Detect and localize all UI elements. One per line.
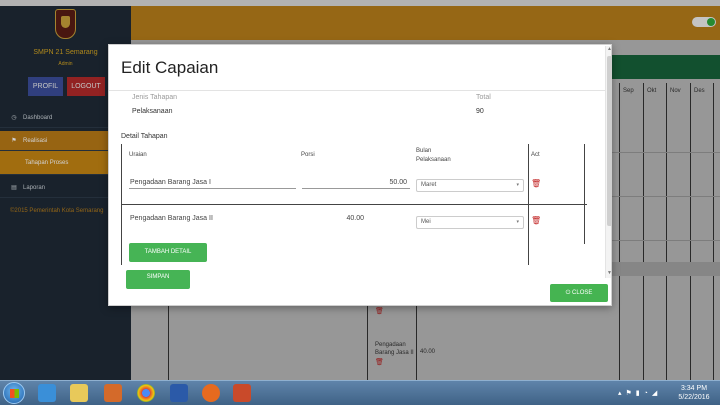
- scroll-up-icon[interactable]: ▲: [607, 46, 611, 52]
- chevron-down-icon: ▾: [516, 219, 519, 225]
- bulan-select[interactable]: Maret ▾: [416, 179, 524, 192]
- table-border: [584, 144, 585, 244]
- chrome-icon[interactable]: [137, 384, 155, 402]
- uraian-input[interactable]: Pengadaan Barang Jasa II: [129, 212, 296, 225]
- jenis-tahapan-value: Pelaksanaan: [132, 108, 173, 115]
- modal-title: Edit Capaian: [121, 58, 219, 77]
- edit-capaian-modal: Edit Capaian Jenis Tahapan Pelaksanaan T…: [108, 44, 612, 306]
- windows-taskbar: ▴⚑▮◔◢ 3:34 PM 5/22/2016: [0, 380, 720, 405]
- detail-tahapan-label: Detail Tahapan: [121, 133, 168, 140]
- col-header-act: Act: [531, 152, 540, 158]
- scrollbar-thumb[interactable]: [607, 56, 611, 226]
- clock-time: 3:34 PM: [680, 385, 708, 392]
- modal-scrollbar[interactable]: ▲ ▼: [605, 46, 611, 278]
- uraian-input[interactable]: Pengadaan Barang Jasa I: [129, 176, 296, 189]
- bulan-select-value: Mei: [421, 219, 431, 225]
- bulan-select[interactable]: Mei ▾: [416, 216, 524, 229]
- chevron-down-icon: ▾: [516, 182, 519, 188]
- table-row-divider: [121, 204, 587, 205]
- ie-icon[interactable]: [38, 384, 56, 402]
- trash-icon[interactable]: 🗑: [531, 179, 541, 188]
- start-button[interactable]: [3, 382, 25, 404]
- folder-icon[interactable]: [70, 384, 88, 402]
- word-icon[interactable]: [170, 384, 188, 402]
- trash-icon[interactable]: 🗑: [531, 216, 541, 225]
- taskbar-clock[interactable]: 3:34 PM 5/22/2016: [674, 384, 714, 402]
- bulan-select-value: Maret: [421, 182, 437, 188]
- total-label: Total: [476, 94, 491, 101]
- porsi-input[interactable]: 40.00: [302, 212, 367, 225]
- col-header-porsi: Porsi: [301, 152, 315, 158]
- clock-date: 5/22/2016: [678, 394, 710, 401]
- media-player-icon[interactable]: [104, 384, 122, 402]
- jenis-tahapan-label: Jenis Tahapan: [132, 94, 178, 101]
- power-icon: ⏻: [565, 290, 571, 296]
- simpan-button[interactable]: SIMPAN: [126, 270, 190, 289]
- powerpoint-icon[interactable]: [233, 384, 251, 402]
- close-button-label: CLOSE: [572, 290, 593, 296]
- system-tray-icons[interactable]: ▴⚑▮◔◢: [618, 389, 661, 397]
- modal-divider: [109, 90, 611, 91]
- scroll-down-icon[interactable]: ▼: [607, 270, 611, 276]
- col-header-bulan: Bulan Pelaksanaan: [416, 148, 451, 163]
- firefox-icon[interactable]: [202, 384, 220, 402]
- total-value: 90: [476, 108, 484, 115]
- tambah-detail-button[interactable]: TAMBAH DETAIL: [129, 243, 207, 262]
- close-button[interactable]: ⏻ CLOSE: [550, 284, 608, 302]
- porsi-input[interactable]: 50.00: [302, 176, 410, 189]
- col-header-uraian: Uraian: [129, 152, 147, 158]
